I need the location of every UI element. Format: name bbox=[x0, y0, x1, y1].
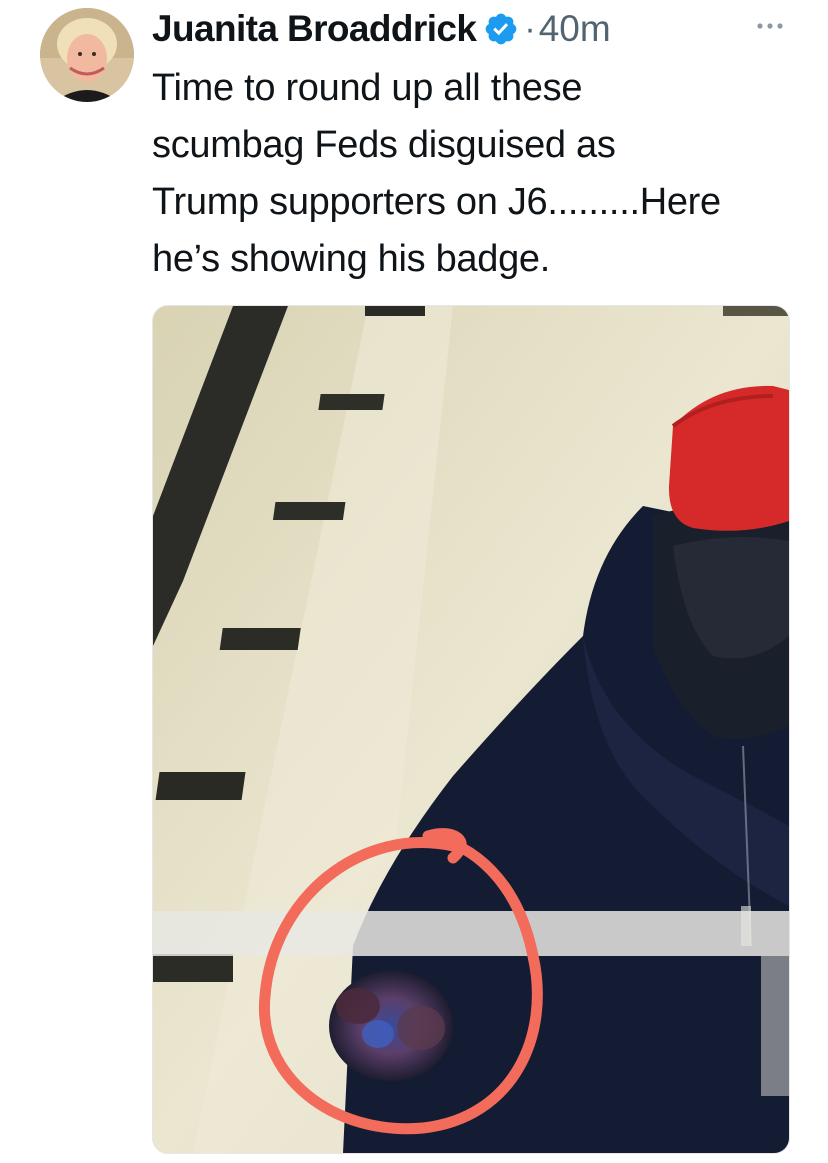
photo-image bbox=[153, 306, 789, 1153]
tweet-timestamp[interactable]: 40m bbox=[539, 8, 611, 50]
tweet-media-photo[interactable] bbox=[152, 305, 790, 1154]
more-options-icon[interactable] bbox=[752, 10, 788, 40]
tweet-text-line: Trump supporters on J6.........Here bbox=[152, 181, 721, 223]
avatar-image bbox=[40, 8, 134, 102]
tweet[interactable]: Juanita Broaddrick · 40m Time to round u… bbox=[0, 0, 828, 1163]
tweet-text-line: scumbag Feds disguised as bbox=[152, 124, 616, 166]
verified-badge-icon bbox=[485, 13, 517, 45]
separator-dot: · bbox=[524, 9, 536, 48]
tweet-text: Time to round up all these scumbag Feds … bbox=[152, 60, 812, 288]
author-name[interactable]: Juanita Broaddrick bbox=[152, 8, 477, 50]
tweet-header: Juanita Broaddrick · 40m bbox=[152, 4, 611, 54]
tweet-text-line: he’s showing his badge. bbox=[152, 238, 551, 280]
author-avatar[interactable] bbox=[40, 8, 134, 102]
tweet-text-line: Time to round up all these bbox=[152, 67, 583, 109]
